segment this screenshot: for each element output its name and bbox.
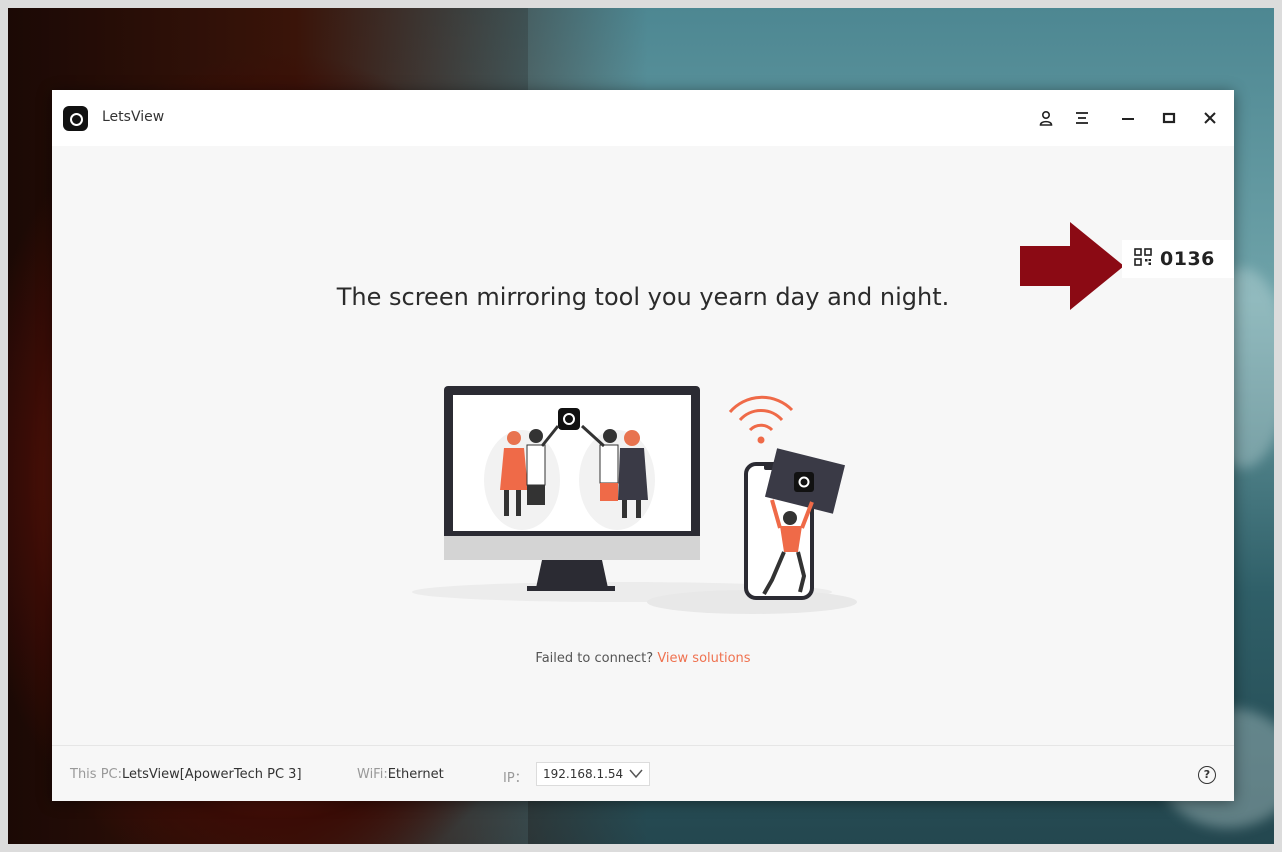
app-window: LetsView 0136 The screen mirroring tool … bbox=[52, 90, 1234, 801]
minimize-icon[interactable] bbox=[1116, 106, 1140, 130]
connection-help: Failed to connect? View solutions bbox=[52, 651, 1234, 666]
headline: The screen mirroring tool you yearn day … bbox=[336, 283, 950, 311]
room-code-value: 0136 bbox=[1160, 248, 1215, 270]
status-bar: This PC:LetsView[ApowerTech PC 3] WiFi:E… bbox=[52, 745, 1234, 801]
pc-info: This PC:LetsView[ApowerTech PC 3] bbox=[70, 767, 302, 782]
app-logo-icon bbox=[63, 106, 88, 131]
ip-address-value: 192.168.1.54 bbox=[543, 767, 624, 781]
maximize-icon[interactable] bbox=[1157, 106, 1181, 130]
wifi-label: WiFi: bbox=[357, 767, 388, 782]
view-solutions-link[interactable]: View solutions bbox=[657, 651, 750, 666]
wifi-info: WiFi:Ethernet bbox=[357, 767, 444, 782]
account-icon[interactable] bbox=[1034, 106, 1058, 130]
qr-code-icon bbox=[1134, 248, 1152, 270]
title-bar: LetsView bbox=[52, 90, 1234, 146]
failed-to-connect-text: Failed to connect? bbox=[535, 651, 654, 666]
wifi-name: Ethernet bbox=[387, 767, 444, 782]
close-icon[interactable] bbox=[1198, 106, 1222, 130]
help-icon[interactable]: ? bbox=[1198, 766, 1216, 784]
room-code[interactable]: 0136 bbox=[1122, 240, 1234, 278]
mirroring-illustration bbox=[412, 386, 857, 614]
pc-name: LetsView[ApowerTech PC 3] bbox=[122, 767, 302, 782]
ip-address-select[interactable]: 192.168.1.54 bbox=[536, 762, 650, 786]
menu-icon[interactable] bbox=[1070, 106, 1094, 130]
pc-label: This PC: bbox=[70, 767, 122, 782]
app-title: LetsView bbox=[102, 109, 165, 125]
chevron-down-icon bbox=[629, 766, 643, 783]
ip-label: IP： bbox=[503, 771, 528, 786]
